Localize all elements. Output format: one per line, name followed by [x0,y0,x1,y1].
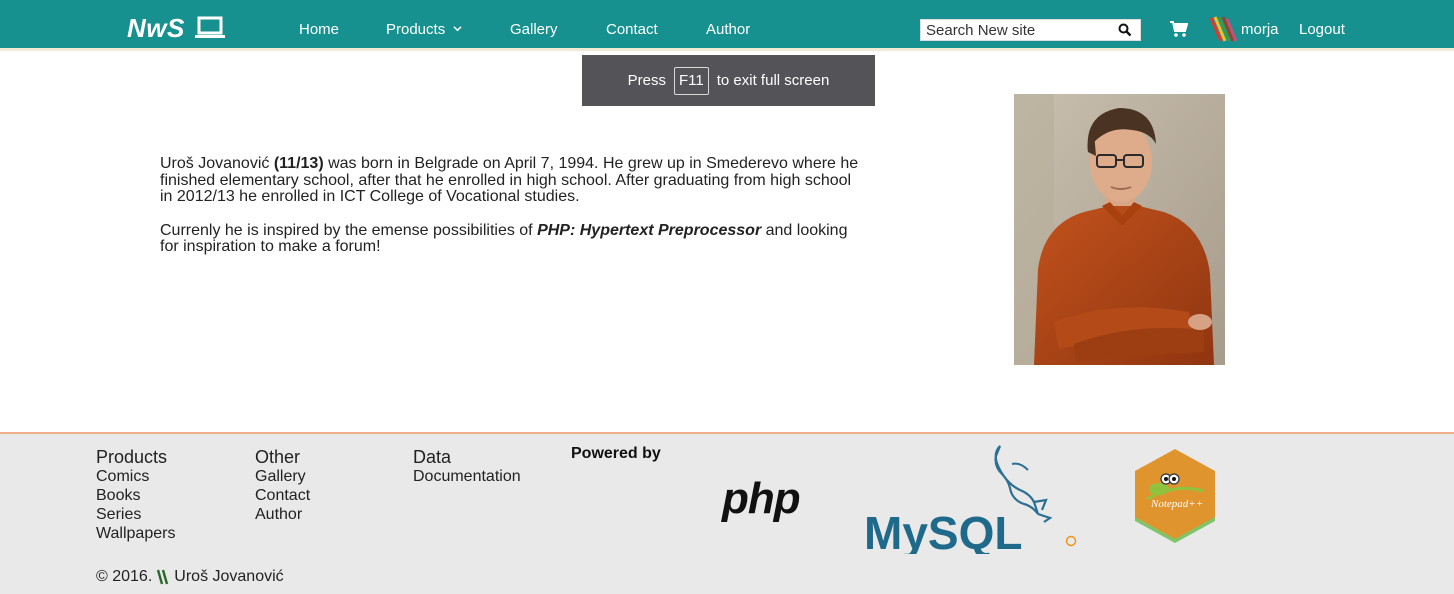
nav-products[interactable]: Products [386,20,462,40]
footer-heading-other: Other [255,447,301,467]
php-logo-text: php [721,475,800,523]
footer-heading-products: Products [96,447,168,467]
footer-link-documentation[interactable]: Documentation [413,467,521,486]
copyright-year: © 2016. [96,568,153,585]
bio-text-2: Currenly he is inspired by the emense po… [160,221,533,239]
brand-text: NwS [127,13,185,43]
bio-emphasis: PHP: Hypertext Preprocessor [537,221,762,239]
fullscreen-notice: Press F11 to exit full screen [582,55,875,106]
author-bio: Uroš Jovanović (11/13) was born in Belgr… [160,155,860,273]
top-navbar: NwS Home Products Gallery Contact Author [0,0,1454,51]
username-link[interactable]: morja [1241,20,1279,40]
bio-name: Uroš Jovanović [160,155,270,172]
nav-products-label: Products [386,21,446,38]
footer-link-contact[interactable]: Contact [255,486,310,505]
footer-col-other: Other Gallery Contact Author [255,447,310,524]
footer-link-books[interactable]: Books [96,486,175,505]
nav-contact[interactable]: Contact [606,20,658,40]
search-icon[interactable] [1118,23,1132,37]
bio-paragraph-1: Uroš Jovanović (11/13) was born in Belgr… [160,155,860,206]
mysql-logo-text: MySQL [864,507,1022,554]
footer-col-data: Data Documentation [413,447,521,486]
notepad-plus-plus-logo: Notepad++ [1135,449,1215,543]
copyright-name: Uroš Jovanović [174,568,284,585]
search-box [920,19,1141,41]
bio-year: (11/13) [273,155,324,172]
php-logo: php [721,475,801,523]
double-slash-icon [157,569,169,585]
footer-link-gallery[interactable]: Gallery [255,467,310,486]
nav-home[interactable]: Home [299,20,339,40]
footer-link-wallpapers[interactable]: Wallpapers [96,524,175,543]
footer-col-products: Products Comics Books Series Wallpapers [96,447,175,543]
bio-paragraph-2: Currenly he is inspired by the emense po… [160,221,860,256]
search-input[interactable] [926,21,1106,39]
chevron-down-icon [453,26,462,32]
copyright: © 2016. Uroš Jovanović [96,568,284,586]
brand-logo[interactable]: NwS [127,14,225,42]
footer-heading-data: Data [413,447,452,467]
mysql-logo: MySQL [864,445,1077,554]
fullscreen-press-text: Press [627,72,667,89]
logout-link[interactable]: Logout [1299,20,1345,40]
nav-gallery[interactable]: Gallery [510,20,558,40]
laptop-icon [194,16,225,38]
footer-link-comics[interactable]: Comics [96,467,175,486]
footer-link-author[interactable]: Author [255,505,310,524]
footer-link-series[interactable]: Series [96,505,175,524]
page-footer: Products Comics Books Series Wallpapers … [0,432,1454,594]
fullscreen-suffix-text: to exit full screen [716,72,830,89]
nav-author[interactable]: Author [706,20,750,40]
author-photo [1014,94,1225,365]
notepad-logo-text: Notepad++ [1150,498,1203,510]
powered-by-label: Powered by [571,445,661,462]
avatar[interactable] [1209,16,1237,42]
cart-icon[interactable] [1170,20,1188,38]
fullscreen-key: F11 [674,66,709,95]
